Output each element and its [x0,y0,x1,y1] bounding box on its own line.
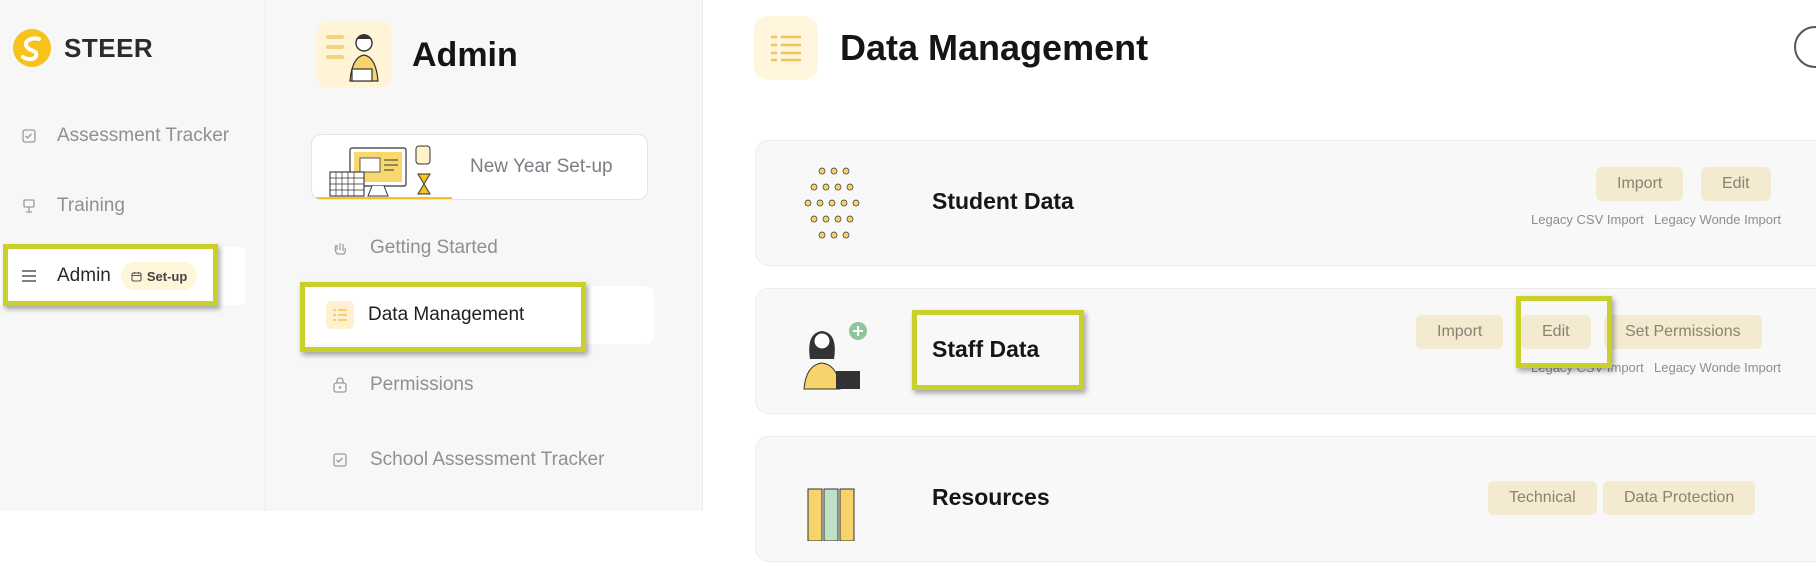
staff-member-icon [803,322,867,390]
technical-button[interactable]: Technical [1488,481,1597,515]
sub-item-label: Data Management [368,304,525,325]
staff-legacy-wonde-import-link[interactable]: Legacy Wonde Import [1654,360,1781,375]
waving-hand-icon [330,238,350,258]
sub-item-school-assessment-tracker[interactable]: School Assessment Tracker [330,435,604,485]
menu-icon [20,267,38,285]
sidebar: STEER Assessment Tracker Training Admin … [0,0,266,511]
students-group-icon [804,167,860,239]
badge-label: Set-up [146,268,188,284]
admin-title: Admin [412,35,518,74]
staff-edit-button[interactable]: Edit [1521,315,1591,349]
student-import-button[interactable]: Import [1596,167,1684,201]
sidebar-item-admin[interactable]: Admin Set-up [0,247,245,305]
setup-badge: Set-up [120,262,198,290]
data-protection-button[interactable]: Data Protection [1603,481,1756,515]
sidebar-item-assessment-tracker[interactable]: Assessment Tracker [0,107,245,165]
set-permissions-button[interactable]: Set Permissions [1604,315,1762,349]
brand[interactable]: STEER [12,28,153,68]
student-edit-button[interactable]: Edit [1701,167,1771,201]
staff-legacy-csv-import-link[interactable]: Legacy CSV Import [1531,360,1644,375]
student-data-card: Student Data Import Edit Legacy CSV Impo… [755,140,1816,266]
steer-logo-icon [13,29,51,67]
checklist-icon [20,127,38,145]
page-title: Data Management [840,27,1149,68]
staff-import-button[interactable]: Import [1416,315,1504,349]
lock-icon [330,375,350,395]
admin-header: Admin [316,22,518,88]
sub-item-getting-started[interactable]: Getting Started [330,223,498,273]
sub-item-permissions[interactable]: Permissions [330,360,473,410]
checklist-icon [330,450,350,470]
easel-icon [20,197,38,215]
card-title: Staff Data [932,336,1040,362]
admin-illustration-icon [316,22,392,88]
sidebar-item-label: Training [57,195,125,216]
list-icon [326,301,354,329]
card-title: Resources [932,484,1050,510]
staff-data-card: Staff Data Import Edit Set Permissions L… [755,288,1816,414]
card-title: Student Data [932,188,1074,214]
student-legacy-wonde-import-link[interactable]: Legacy Wonde Import [1654,212,1781,227]
resources-card: Resources Technical Data Protection [755,436,1816,562]
main-content: Data Management Student Data Import Edit… [704,0,1816,562]
sub-item-label: Getting Started [370,237,498,258]
admin-column: Admin New Year Set-up Getting Started Da… [266,0,703,511]
user-profile-icon[interactable] [1794,26,1816,68]
new-year-setup-card[interactable]: New Year Set-up [311,134,648,200]
new-year-setup-illustration-icon [312,145,452,199]
sub-item-label: School Assessment Tracker [370,449,605,470]
sub-item-data-management[interactable]: Data Management [302,286,654,344]
new-year-setup-label: New Year Set-up [470,156,613,177]
sub-item-label: Permissions [370,374,474,395]
binders-icon [807,488,855,541]
sidebar-item-label: Assessment Tracker [57,125,230,146]
student-legacy-csv-import-link[interactable]: Legacy CSV Import [1531,212,1644,227]
calendar-icon [131,271,142,282]
main-header: Data Management [754,16,1148,80]
data-management-header-icon [754,16,818,80]
sidebar-item-training[interactable]: Training [0,177,245,235]
sidebar-item-label: Admin [57,265,111,286]
brand-name: STEER [64,32,154,63]
